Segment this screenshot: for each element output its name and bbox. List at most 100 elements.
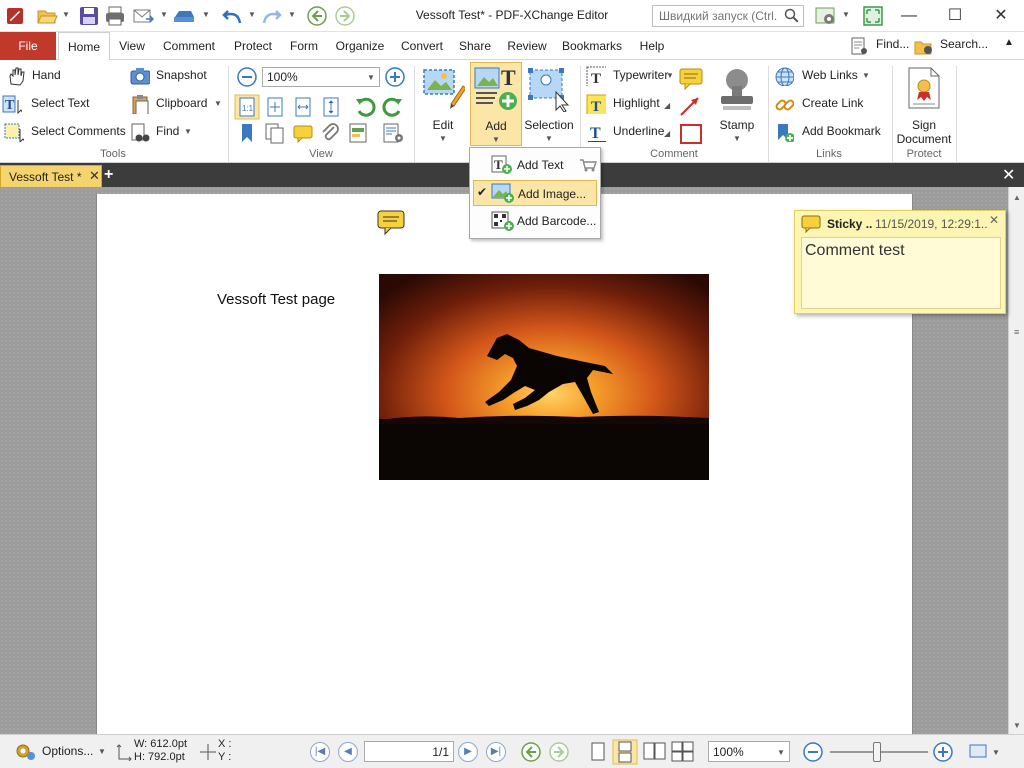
- scroll-up-icon[interactable]: ▲: [1013, 193, 1021, 202]
- last-page-button[interactable]: ▶|: [486, 742, 506, 762]
- menu-item-add-barcode[interactable]: Add Barcode...: [473, 208, 597, 234]
- scan-dropdown-icon[interactable]: ▼: [202, 10, 210, 19]
- rotate-left-icon[interactable]: [354, 96, 376, 118]
- tab-share[interactable]: Share: [454, 32, 496, 60]
- typewriter-button[interactable]: T Typewriter ▼: [586, 66, 674, 88]
- previous-page-button[interactable]: ◀: [338, 742, 358, 762]
- scan-icon[interactable]: [172, 5, 194, 27]
- attachments-pane-icon[interactable]: [320, 122, 342, 144]
- scroll-down-icon[interactable]: ▼: [1013, 721, 1021, 730]
- forward-nav-icon[interactable]: [334, 5, 356, 27]
- tab-convert[interactable]: Convert: [394, 32, 450, 60]
- window-layout-dropdown-icon[interactable]: ▼: [992, 748, 1000, 757]
- tab-bookmarks[interactable]: Bookmarks: [556, 32, 628, 60]
- collapse-ribbon-icon[interactable]: ▲: [1004, 37, 1014, 55]
- window-layout-icon[interactable]: [968, 743, 990, 761]
- fit-width-icon[interactable]: [292, 96, 314, 118]
- fit-page-icon[interactable]: [264, 96, 286, 118]
- search-icon[interactable]: [784, 8, 798, 22]
- vertical-scrollbar[interactable]: ▲ ≡ ▼: [1008, 187, 1024, 734]
- sticky-note-tool-icon[interactable]: [678, 66, 704, 90]
- menu-item-add-text[interactable]: T Add Text: [473, 152, 597, 178]
- search-folder-icon[interactable]: [914, 37, 936, 57]
- next-view-icon[interactable]: [548, 741, 570, 763]
- settings-icon[interactable]: [814, 5, 836, 27]
- next-page-button[interactable]: ▶: [458, 742, 478, 762]
- find-button[interactable]: Find...: [876, 37, 909, 55]
- tab-comment[interactable]: Comment: [156, 32, 222, 60]
- minimize-button[interactable]: —: [886, 0, 932, 32]
- menu-item-add-image[interactable]: ✔ Add Image...: [473, 180, 597, 206]
- sign-document-button[interactable]: Sign Document: [894, 62, 954, 146]
- status-zoom-select[interactable]: 100% ▼: [708, 741, 790, 762]
- email-dropdown-icon[interactable]: ▼: [160, 10, 168, 19]
- sticky-note-text[interactable]: Comment test: [801, 237, 1001, 309]
- add-button[interactable]: T Add ▼: [470, 62, 522, 146]
- thumbnails-pane-icon[interactable]: [264, 122, 286, 144]
- zoom-in-icon[interactable]: [384, 66, 406, 88]
- tab-home[interactable]: Home: [58, 32, 110, 61]
- tab-help[interactable]: Help: [632, 32, 672, 60]
- find-doc-icon[interactable]: [850, 37, 870, 57]
- find-tool-button[interactable]: Find ▼: [130, 122, 200, 144]
- tab-form[interactable]: Form: [284, 32, 324, 60]
- zoom-slider-thumb[interactable]: [873, 742, 881, 762]
- open-folder-icon[interactable]: [36, 5, 58, 27]
- actual-size-icon[interactable]: 1:1: [234, 94, 260, 120]
- tab-review[interactable]: Review: [502, 32, 552, 60]
- scroll-thumb-grip[interactable]: ≡: [1014, 327, 1019, 337]
- clipboard-button[interactable]: Clipboard ▼: [130, 94, 226, 116]
- fields-pane-icon[interactable]: [348, 122, 370, 144]
- continuous-facing-layout-icon[interactable]: [670, 741, 696, 763]
- tab-organize[interactable]: Organize: [330, 32, 390, 60]
- save-icon[interactable]: [78, 5, 100, 27]
- underline-button[interactable]: T Underline ◢: [586, 122, 674, 144]
- undo-dropdown-icon[interactable]: ▼: [248, 10, 256, 19]
- tab-file[interactable]: File: [0, 32, 56, 60]
- snapshot-button[interactable]: Snapshot: [130, 66, 220, 88]
- single-page-layout-icon[interactable]: [588, 741, 608, 763]
- facing-layout-icon[interactable]: [642, 741, 668, 763]
- back-nav-icon[interactable]: [306, 5, 328, 27]
- rectangle-tool-icon[interactable]: [678, 122, 704, 146]
- highlight-button[interactable]: T Highlight ◢: [586, 94, 674, 116]
- fullscreen-icon[interactable]: [862, 5, 884, 27]
- sticky-close-icon[interactable]: ✕: [989, 213, 999, 227]
- open-dropdown-icon[interactable]: ▼: [62, 10, 70, 19]
- bookmarks-pane-icon[interactable]: [236, 122, 258, 144]
- comment-note-icon[interactable]: [377, 210, 405, 236]
- first-page-button[interactable]: |◀: [310, 742, 330, 762]
- close-document-icon[interactable]: ✕: [1002, 165, 1015, 185]
- web-links-button[interactable]: Web Links ▼: [774, 66, 872, 88]
- pdf-page[interactable]: Vessoft Test page: [96, 194, 913, 734]
- maximize-button[interactable]: ☐: [932, 0, 978, 32]
- fit-visible-icon[interactable]: [320, 96, 342, 118]
- document-tab[interactable]: Vessoft Test * ✕: [0, 165, 102, 187]
- redo-icon[interactable]: [260, 5, 282, 27]
- select-comments-button[interactable]: Select Comments: [4, 122, 128, 144]
- edit-button[interactable]: Edit ▼: [416, 62, 470, 146]
- settings-dropdown-icon[interactable]: ▼: [842, 10, 850, 19]
- options-button[interactable]: Options... ▼: [14, 741, 108, 763]
- horse-sunset-image[interactable]: [379, 274, 709, 480]
- print-icon[interactable]: [104, 5, 126, 27]
- document-properties-icon[interactable]: [382, 122, 406, 144]
- stamp-button[interactable]: Stamp ▼: [710, 62, 764, 146]
- continuous-layout-icon[interactable]: [612, 739, 638, 765]
- zoom-out-icon[interactable]: [236, 66, 258, 88]
- new-tab-icon[interactable]: +: [104, 166, 113, 184]
- zoom-select[interactable]: 100% ▼: [262, 67, 380, 87]
- status-zoom-in-icon[interactable]: [932, 741, 954, 763]
- arrow-tool-icon[interactable]: [678, 94, 704, 118]
- redo-dropdown-icon[interactable]: ▼: [288, 10, 296, 19]
- sticky-note-popup[interactable]: Sticky .. 11/15/2019, 12:29:1.. ✕ Commen…: [794, 210, 1006, 314]
- close-button[interactable]: ✕: [978, 0, 1024, 32]
- undo-icon[interactable]: [222, 5, 244, 27]
- hand-tool-button[interactable]: Hand: [6, 66, 116, 88]
- select-text-button[interactable]: T Select Text: [2, 94, 112, 116]
- selection-button[interactable]: Selection ▼: [522, 62, 576, 146]
- quick-launch-input[interactable]: [652, 5, 804, 27]
- rotate-right-icon[interactable]: [382, 96, 404, 118]
- add-bookmark-button[interactable]: Add Bookmark: [774, 122, 892, 144]
- close-tab-icon[interactable]: ✕: [89, 168, 100, 184]
